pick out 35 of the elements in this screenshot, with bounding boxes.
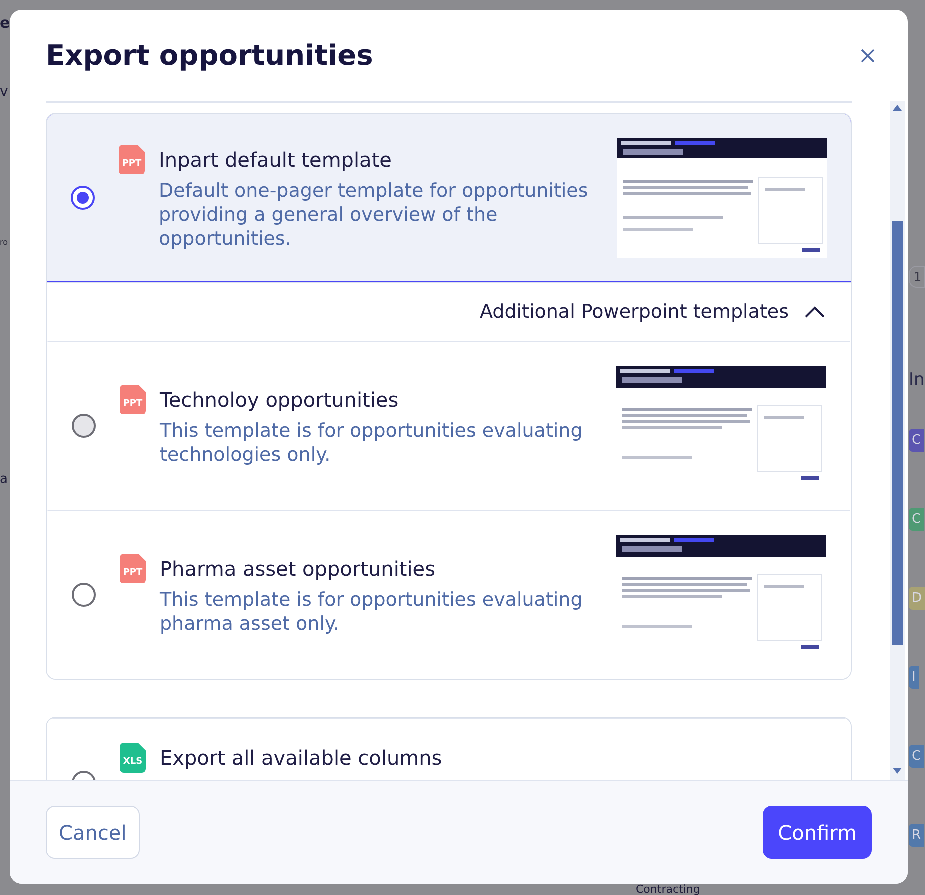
background-text: Contracting xyxy=(636,884,700,895)
background-text: a xyxy=(0,473,9,486)
radio-button[interactable] xyxy=(72,414,96,438)
scroll-up-icon[interactable] xyxy=(893,105,902,111)
background-text: 1 xyxy=(909,266,925,288)
background-text: ro xyxy=(0,239,10,247)
confirm-button[interactable]: Confirm xyxy=(763,806,872,859)
option-label: Export all available columns xyxy=(160,746,442,770)
option-label: Pharma asset opportunities xyxy=(160,556,436,580)
background-text: v xyxy=(0,85,10,99)
background-text: In xyxy=(909,370,925,389)
radio-button[interactable] xyxy=(72,582,96,606)
cancel-button[interactable]: Cancel xyxy=(46,806,140,859)
background-tag: R xyxy=(909,824,925,847)
background-tag: C xyxy=(909,745,925,768)
option-description: Default one-pager template for opportunities providing a general overview of the opportunities. xyxy=(159,178,590,250)
background-tag: C xyxy=(909,508,925,531)
scroll-down-icon[interactable] xyxy=(893,768,902,774)
chevron-icon xyxy=(805,306,825,318)
file-icon: PPT xyxy=(119,144,145,174)
scrollbar[interactable] xyxy=(890,101,905,780)
file-icon: PPT xyxy=(120,384,146,414)
dialog-title: Export opportunities xyxy=(46,39,374,72)
option-description: This template is for opportunities evaluating technologies only. xyxy=(160,418,584,466)
option-label: Technoloy opportunities xyxy=(160,388,399,412)
close-icon xyxy=(860,48,876,64)
background-text: e xyxy=(0,16,10,31)
radio-button[interactable] xyxy=(71,186,95,210)
scrollbar-thumb[interactable] xyxy=(892,221,903,645)
file-icon: PPT xyxy=(120,554,146,584)
file-icon: XLS xyxy=(120,743,146,773)
background-tag: C xyxy=(909,429,925,452)
background-tag: D xyxy=(909,587,925,610)
option-label: Inpart default template xyxy=(159,148,392,172)
option-description: This template is for opportunities evaluating pharma asset only. xyxy=(160,588,584,636)
